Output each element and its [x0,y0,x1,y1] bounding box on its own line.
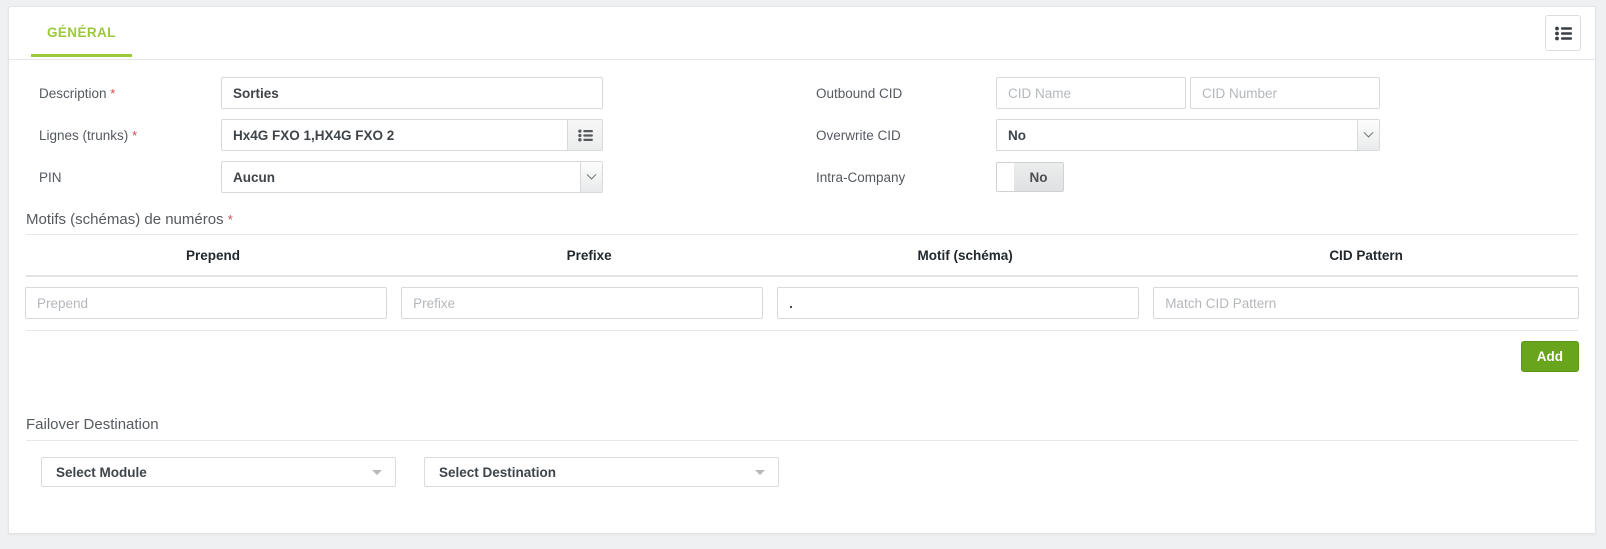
pin-label: PIN [25,170,221,185]
failover-selects: Select Module Select Destination [25,441,1579,487]
field-intra-company: Intra-Company No [816,161,1579,193]
overwrite-cid-select[interactable]: No [996,119,1380,151]
field-pin: PIN Aucun [25,161,802,193]
cell-prepend [25,287,401,319]
cid-name-input[interactable] [996,77,1186,109]
column-header-prefixe: Prefixe [566,248,612,263]
trunks-label: Lignes (trunks) * [25,128,221,143]
tab-bar: GÉNÉRAL [9,7,1595,60]
toggle-knob [997,163,1014,191]
add-button[interactable]: Add [1520,341,1579,372]
add-row-area: Add [25,331,1579,372]
trunks-label-text: Lignes (trunks) [39,127,129,143]
description-label: Description * [25,86,221,101]
patterns-header-row: Prepend Prefixe Motif (schéma) CID Patte… [25,235,1579,275]
cid-number-input[interactable] [1190,77,1380,109]
failover-section: Failover Destination Select Module Selec… [25,416,1579,487]
failover-module-value: Select Module [56,464,147,480]
prefixe-input[interactable] [401,287,764,319]
pin-select-value: Aucun [233,169,275,185]
cid-pattern-input[interactable] [1153,287,1579,319]
field-overwrite-cid: Overwrite CID No [816,119,1579,151]
outbound-cid-label: Outbound CID [816,85,903,101]
required-marker: * [110,85,116,101]
field-description: Description * [25,77,802,109]
column-header-cid-pattern: CID Pattern [1329,248,1403,263]
caret-down-icon [372,469,382,475]
prepend-input[interactable] [25,287,388,319]
list-icon [1554,26,1572,40]
settings-card: GÉNÉRAL Description * Sorties Lignes (tr… [8,6,1596,534]
cell-motif [777,287,1153,319]
failover-module-select[interactable]: Select Module [41,457,396,487]
column-header-prepend: Prepend [186,248,241,263]
list-icon [577,129,593,141]
chevron-down-icon [1357,120,1379,150]
failover-destination-value: Select Destination [439,464,557,480]
description-label-text: Description [39,85,107,101]
description-input[interactable] [221,77,603,109]
failover-destination-select[interactable]: Select Destination [424,457,779,487]
required-marker: * [132,127,138,143]
field-trunks: Lignes (trunks) * [25,119,802,151]
intra-company-label: Intra-Company [816,169,906,185]
motif-input[interactable] [777,287,1140,319]
pin-select[interactable]: Aucun [221,161,603,193]
column-header-motif: Motif (schéma) [917,248,1013,263]
intra-company-toggle[interactable]: No [996,162,1064,192]
page-root: GÉNÉRAL Description * Sorties Lignes (tr… [0,0,1606,549]
caret-down-icon [755,469,765,475]
chevron-down-icon [580,162,602,192]
tab-general[interactable]: GÉNÉRAL [31,8,132,57]
trunks-input-group [221,119,603,151]
patterns-title-text: Motifs (schémas) de numéros [26,211,224,228]
trunks-input[interactable] [221,119,567,151]
cell-cid-pattern [1153,287,1579,319]
table-row [25,277,1579,330]
overwrite-cid-value: No [1008,127,1026,143]
failover-title: Failover Destination [26,416,159,433]
cell-prefixe [401,287,777,319]
patterns-title: Motifs (schémas) de numéros * [26,211,1579,234]
form-body: Description * Lignes (trunks) * [9,60,1595,487]
pin-label-text: PIN [39,169,62,185]
required-marker: * [227,212,233,227]
intra-company-toggle-value: No [1014,163,1063,191]
trunks-list-button[interactable] [567,119,603,151]
field-outbound-cid: Outbound CID [816,77,1579,109]
right-column: Outbound CID Overwrite CID No [802,77,1579,203]
field-columns: Description * Lignes (trunks) * [25,60,1579,203]
outbound-cid-pair [996,77,1380,109]
left-column: Description * Lignes (trunks) * [25,77,802,203]
list-view-button[interactable] [1545,15,1581,51]
overwrite-cid-label: Overwrite CID [816,127,901,143]
